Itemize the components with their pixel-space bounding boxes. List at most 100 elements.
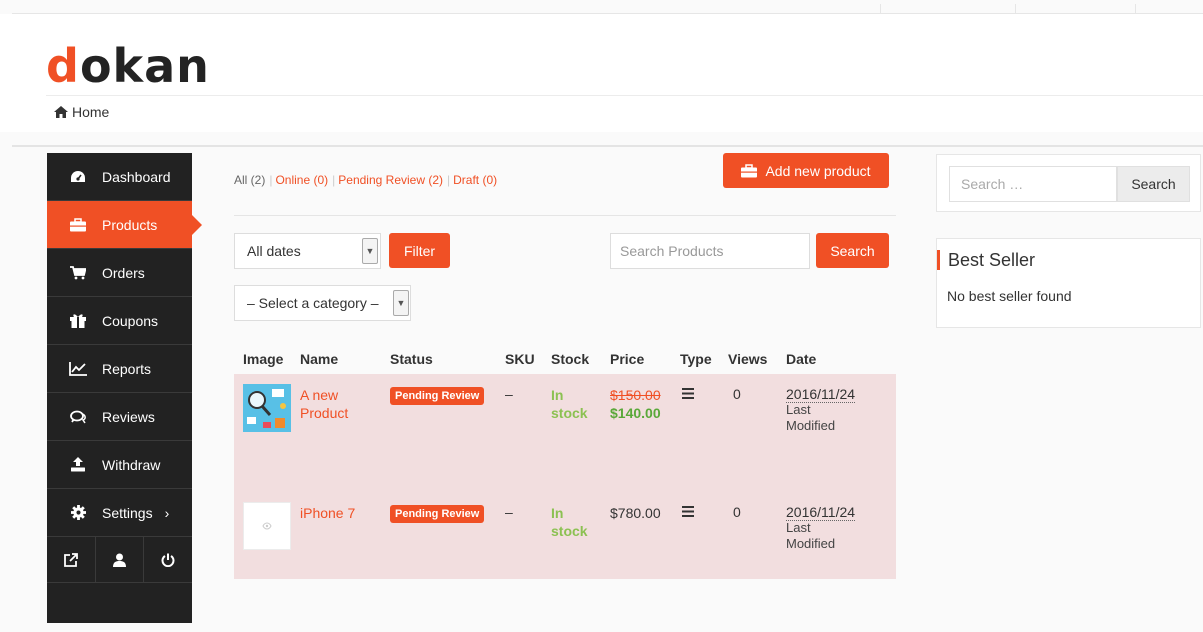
- stock-line: stock: [551, 405, 588, 421]
- home-icon: [54, 106, 68, 118]
- add-new-product-label: Add new product: [765, 162, 871, 179]
- products-table: Image Name Status SKU Stock Price Type V…: [234, 343, 896, 579]
- cart-icon: [67, 265, 89, 280]
- product-date-cell: 2016/11/24 Last Modified: [786, 492, 896, 579]
- sidebar-item-dashboard[interactable]: Dashboard: [47, 153, 192, 201]
- date-note: Modified: [786, 418, 836, 433]
- product-image-cell: [234, 492, 300, 579]
- search-products-input[interactable]: [610, 233, 810, 269]
- category-filter-select[interactable]: – Select a category – ▼: [234, 285, 411, 321]
- status-separator: |: [332, 173, 336, 187]
- product-price-cell: $150.00 $140.00: [610, 374, 680, 492]
- sidebar-item-settings[interactable]: Settings ›: [47, 489, 192, 537]
- sidebar-item-orders[interactable]: Orders: [47, 249, 192, 297]
- date-filter-select[interactable]: All dates ▼: [234, 233, 381, 269]
- product-name-cell: A new Product: [300, 374, 390, 492]
- product-thumbnail-placeholder[interactable]: [243, 502, 291, 550]
- external-link-icon[interactable]: [47, 537, 96, 582]
- product-status-cell: Pending Review: [390, 374, 505, 492]
- product-views: 0: [733, 504, 741, 520]
- product-name-link[interactable]: A new Product: [300, 386, 390, 422]
- best-seller-widget: Best Seller No best seller found: [936, 238, 1201, 328]
- sidebar-item-products[interactable]: Products: [47, 201, 202, 249]
- main-divider: [234, 215, 896, 216]
- date-filter-value: All dates: [247, 243, 301, 259]
- status-badge: Pending Review: [390, 505, 485, 523]
- product-name-cell: iPhone 7: [300, 492, 390, 579]
- column-header-views: Views: [728, 350, 768, 367]
- power-icon[interactable]: [144, 537, 192, 582]
- product-type-cell: [680, 492, 728, 579]
- add-new-product-button[interactable]: Add new product: [723, 153, 889, 188]
- product-stock-cell: In stock: [551, 374, 610, 492]
- sidebar-item-withdraw[interactable]: Withdraw: [47, 441, 192, 489]
- dashboard-icon: [67, 170, 89, 184]
- column-header-stock: Stock: [551, 350, 590, 367]
- status-filter-pending[interactable]: Pending Review (2): [338, 173, 443, 187]
- sidebar-item-reviews[interactable]: Reviews: [47, 393, 192, 441]
- header-divider: [46, 95, 1203, 96]
- stock-status: In stock: [551, 386, 610, 422]
- category-filter-value: – Select a category –: [247, 295, 379, 311]
- stock-line: stock: [551, 523, 588, 539]
- regular-price: $780.00: [610, 505, 661, 521]
- sidebar-item-label: Orders: [102, 264, 145, 281]
- column-header-type: Type: [680, 350, 712, 367]
- product-stock-cell: In stock: [551, 492, 610, 579]
- breadcrumb-home-link[interactable]: Home: [72, 104, 109, 120]
- filter-button[interactable]: Filter: [389, 233, 450, 268]
- status-filter-all[interactable]: All (2): [234, 173, 265, 187]
- menu-icon: [682, 506, 694, 517]
- date-note: Last: [786, 520, 811, 535]
- gift-icon: [67, 313, 89, 328]
- site-logo[interactable]: dokan: [46, 38, 210, 94]
- product-image-cell: [234, 374, 300, 492]
- status-separator: |: [269, 173, 273, 187]
- site-search-button[interactable]: Search: [1117, 166, 1190, 202]
- status-filter-draft[interactable]: Draft (0): [453, 173, 497, 187]
- sidebar-item-reports[interactable]: Reports: [47, 345, 192, 393]
- logo-text: okan: [79, 39, 210, 93]
- gear-icon: [67, 505, 89, 520]
- search-products-button[interactable]: Search: [816, 233, 889, 268]
- sidebar-item-label: Withdraw: [102, 456, 161, 473]
- sidebar-item-label: Settings: [102, 504, 153, 521]
- table-row: A new Product Pending Review – In stock $1…: [234, 374, 896, 492]
- chart-icon: [67, 361, 89, 376]
- sidebar-item-coupons[interactable]: Coupons: [47, 297, 192, 345]
- briefcase-icon: [741, 163, 758, 177]
- stock-status: In stock: [551, 504, 610, 540]
- product-thumbnail[interactable]: [243, 384, 291, 432]
- header-bottom-border: [12, 145, 1203, 147]
- column-header-image: Image: [243, 350, 284, 367]
- status-filter-online[interactable]: Online (0): [275, 173, 328, 187]
- product-date: 2016/11/24: [786, 386, 856, 403]
- site-search-input[interactable]: [949, 166, 1117, 202]
- product-name-line: A new: [300, 387, 339, 403]
- product-sku: –: [505, 504, 513, 520]
- column-header-price: Price: [610, 350, 645, 367]
- best-seller-title: Best Seller: [937, 250, 1035, 270]
- dashboard-sidebar: Dashboard Products Orders Coupons Report…: [47, 153, 202, 623]
- product-name-link[interactable]: iPhone 7: [300, 504, 390, 522]
- breadcrumb: Home: [54, 104, 109, 120]
- date-note: Modified: [786, 536, 836, 551]
- sidebar-item-label: Dashboard: [102, 168, 171, 185]
- regular-price: $150.00: [610, 387, 661, 403]
- status-separator: |: [447, 173, 451, 187]
- date-note: Last: [786, 402, 811, 417]
- top-divider-tick: [880, 4, 881, 14]
- user-icon[interactable]: [96, 537, 145, 582]
- product-status-filter: All (2) | Online (0) | Pending Review (2) | Dr…: [234, 173, 497, 187]
- site-header: dokan Home: [0, 14, 1203, 147]
- product-date: 2016/11/24: [786, 504, 856, 521]
- status-badge: Pending Review: [390, 387, 485, 405]
- menu-icon: [682, 388, 694, 399]
- sidebar-item-label: Reports: [102, 360, 152, 377]
- briefcase-icon: [67, 217, 89, 232]
- chevron-right-icon: ›: [164, 504, 170, 521]
- table-header-row: Image Name Status SKU Stock Price Type V…: [234, 343, 896, 374]
- placeholder-image-icon: [262, 522, 272, 530]
- chevron-down-icon: ▼: [393, 290, 409, 316]
- top-divider-tick: [1015, 4, 1016, 14]
